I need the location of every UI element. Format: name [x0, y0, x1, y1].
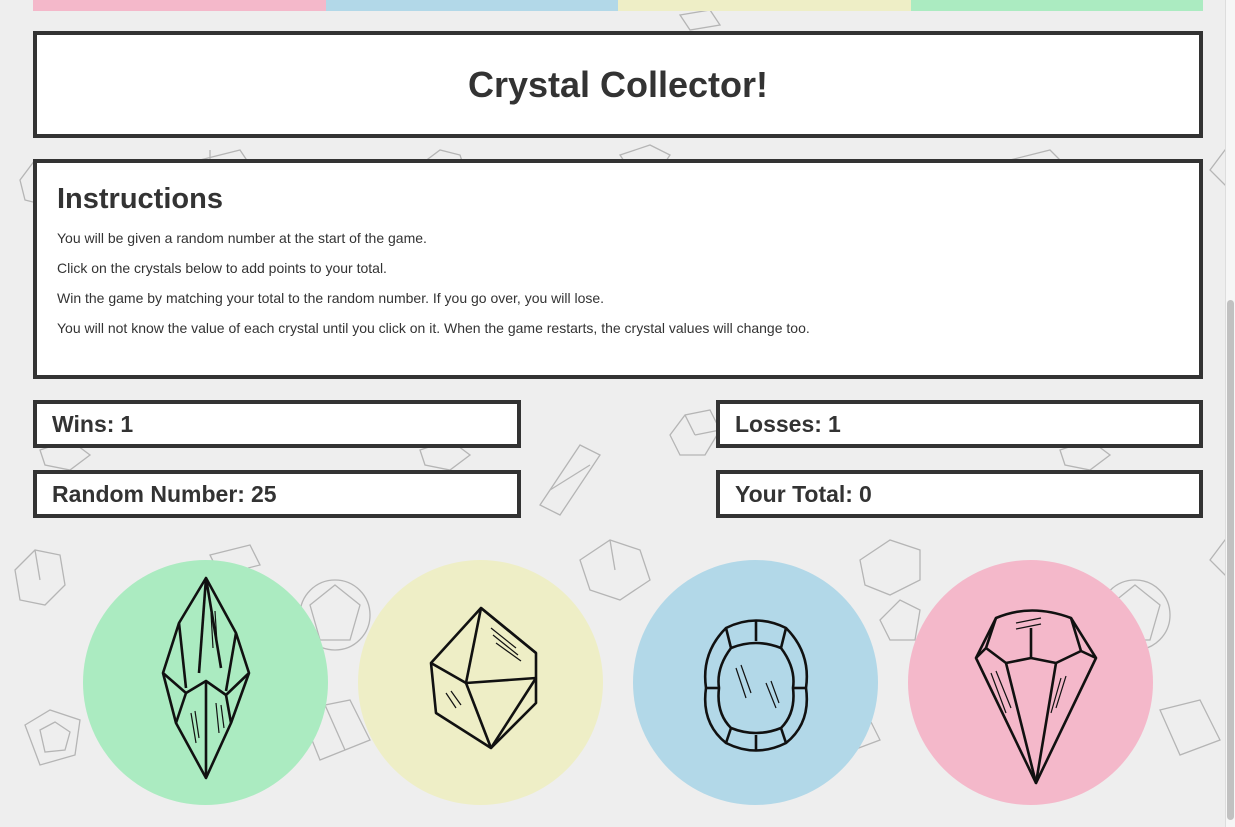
color-bar-pink — [33, 0, 326, 11]
instruction-line: You will be given a random number at the… — [57, 230, 427, 246]
random-number-label: Random Number: — [52, 480, 245, 507]
title-panel: Crystal Collector! — [33, 31, 1203, 138]
crystal-button-4[interactable] — [908, 560, 1153, 805]
crystal-button-1[interactable] — [83, 560, 328, 805]
losses-label: Losses: — [735, 410, 822, 437]
wins-counter: Wins: 1 — [33, 400, 521, 448]
instruction-line: Win the game by matching your total to t… — [57, 290, 605, 306]
page-title: Crystal Collector! — [467, 63, 769, 105]
color-bar — [33, 0, 1203, 11]
losses-counter: Losses: 1 — [716, 400, 1203, 448]
wins-value: 1 — [120, 410, 134, 437]
crystal-button-3[interactable] — [633, 560, 878, 805]
scrollbar-thumb[interactable] — [1227, 300, 1234, 820]
random-number-display: Random Number: 25 — [33, 470, 521, 518]
crystal-button-2[interactable] — [358, 560, 603, 805]
octahedron-crystal-icon — [429, 606, 537, 749]
color-bar-yellow — [618, 0, 911, 11]
instructions-panel: Instructions You will be given a random … — [33, 159, 1203, 379]
random-number-value: 25 — [250, 480, 277, 507]
total-display: Your Total: 0 — [716, 470, 1203, 518]
color-bar-blue — [325, 0, 618, 11]
wins-label: Wins: — [52, 410, 115, 437]
diamond-gem-icon — [974, 608, 1097, 784]
long-crystal-icon — [161, 576, 250, 779]
instruction-line: You will not know the value of each crys… — [57, 320, 810, 336]
instruction-line: Click on the crystals below to add point… — [57, 260, 387, 276]
losses-value: 1 — [827, 410, 841, 437]
scrollbar[interactable] — [1225, 0, 1235, 827]
cushion-gem-icon — [703, 618, 808, 752]
total-label: Your Total: — [735, 480, 853, 507]
color-bar-green — [910, 0, 1203, 11]
instructions-heading: Instructions — [57, 183, 223, 215]
total-value: 0 — [858, 480, 872, 507]
